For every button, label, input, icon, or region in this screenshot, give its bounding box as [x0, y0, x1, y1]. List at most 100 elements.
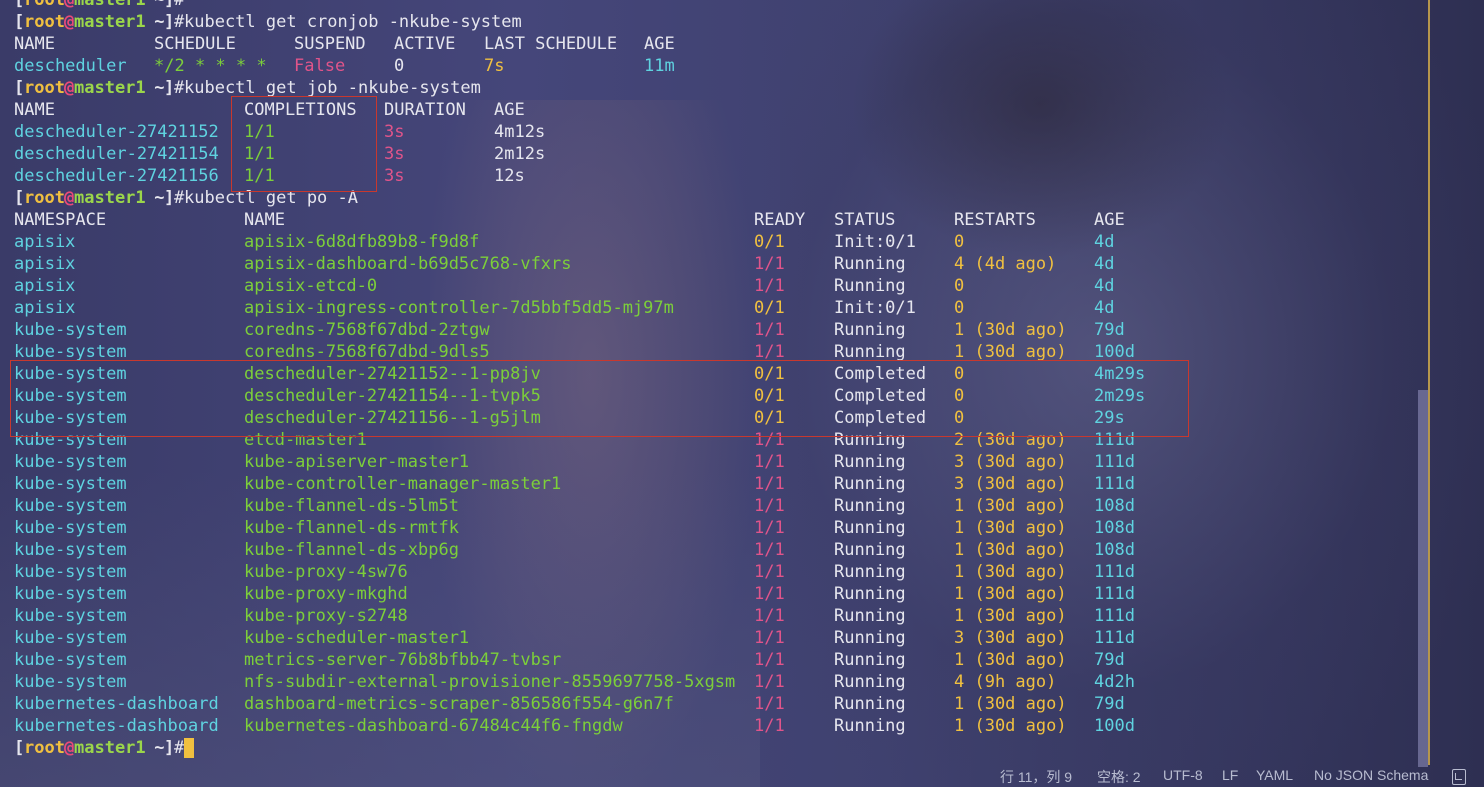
pod-namespace: kube-system [14, 584, 127, 604]
pod-restarts: 1 (30d ago) [954, 540, 1067, 560]
pod-name: nfs-subdir-external-provisioner-85596977… [244, 672, 736, 692]
prompt-dir: ~ [144, 12, 165, 32]
pod-name: kube-apiserver-master1 [244, 452, 470, 472]
job-name: descheduler-27421154 [14, 144, 219, 164]
pod-status: Running [834, 672, 906, 692]
prompt-bracket: ] [164, 0, 175, 10]
pod-ready: 1/1 [754, 496, 785, 516]
pod-restarts: 1 (30d ago) [954, 562, 1067, 582]
pod-age: 4d [1094, 254, 1115, 274]
scrollbar-thumb[interactable] [1418, 390, 1428, 767]
pod-namespace: apisix [14, 254, 76, 274]
pod-restarts: 1 (30d ago) [954, 694, 1067, 714]
pod-age: 4d [1094, 276, 1115, 296]
pod-restarts: 1 (30d ago) [954, 584, 1067, 604]
job-age: 2m12s [494, 144, 546, 164]
cronjob-name: descheduler [14, 56, 127, 76]
pod-status: Running [834, 518, 906, 538]
language-mode[interactable]: YAML [1256, 767, 1293, 783]
pod-namespace: kube-system [14, 540, 127, 560]
pod-ready: 1/1 [754, 628, 785, 648]
pod-restarts: 4 (4d ago) [954, 254, 1057, 274]
pod-status: Running [834, 540, 906, 560]
pod-ready: 1/1 [754, 584, 785, 604]
pod-status: Running [834, 606, 906, 626]
pod-namespace: kube-system [14, 496, 127, 516]
pod-restarts: 4 (9h ago) [954, 672, 1057, 692]
pod-restarts: 3 (30d ago) [954, 452, 1067, 472]
pod-restarts: 0 [954, 298, 965, 318]
cronjob-last-schedule: 7s [484, 56, 505, 76]
pod-status: Running [834, 496, 906, 516]
prompt-bracket: ] [164, 78, 175, 98]
pod-name: metrics-server-76b8bfbb47-tvbsr [244, 650, 562, 670]
pod-ready: 1/1 [754, 276, 785, 296]
pod-age: 111d [1094, 606, 1135, 626]
pod-name: kube-flannel-ds-5lm5t [244, 496, 459, 516]
column-header: ACTIVE [394, 34, 456, 54]
prompt-bracket: ] [164, 188, 175, 208]
pod-name: kube-proxy-s2748 [244, 606, 408, 626]
column-header: NAME [14, 100, 55, 120]
job-age: 4m12s [494, 122, 546, 142]
column-header: SUSPEND [294, 34, 366, 54]
pod-status: Running [834, 628, 906, 648]
prompt-host: master1 [74, 12, 146, 32]
pod-restarts: 1 (30d ago) [954, 320, 1067, 340]
pod-name: kube-flannel-ds-xbp6g [244, 540, 459, 560]
prompt-bracket: [ [14, 78, 25, 98]
pod-age: 79d [1094, 650, 1125, 670]
pod-namespace: kube-system [14, 562, 127, 582]
indentation-setting[interactable]: 空格: 2 [1097, 767, 1141, 787]
completions-highlight-box [231, 96, 377, 192]
scrollbar-rail [1428, 0, 1430, 765]
pod-age: 4d2h [1094, 672, 1135, 692]
cronjob-age: 11m [644, 56, 675, 76]
pod-ready: 1/1 [754, 540, 785, 560]
prompt-bracket: [ [14, 0, 25, 10]
pod-status: Running [834, 650, 906, 670]
pod-status: Running [834, 452, 906, 472]
column-header: AGE [644, 34, 675, 54]
pod-ready: 1/1 [754, 650, 785, 670]
pod-restarts: 3 (30d ago) [954, 474, 1067, 494]
pod-ready: 1/1 [754, 716, 785, 736]
json-schema-status[interactable]: No JSON Schema [1314, 767, 1428, 783]
pod-restarts: 3 (30d ago) [954, 628, 1067, 648]
prompt-user: root [24, 188, 65, 208]
pod-age: 79d [1094, 694, 1125, 714]
pod-restarts: 0 [954, 276, 965, 296]
eol-setting[interactable]: LF [1222, 767, 1238, 783]
pod-namespace: apisix [14, 298, 76, 318]
prompt-bracket: [ [14, 188, 25, 208]
pod-ready: 1/1 [754, 254, 785, 274]
pod-name: kube-controller-manager-master1 [244, 474, 562, 494]
pod-restarts: 1 (30d ago) [954, 518, 1067, 538]
pod-status: Running [834, 716, 906, 736]
cronjob-active: 0 [394, 56, 405, 76]
pod-status: Running [834, 320, 906, 340]
prompt-dir: ~ [144, 78, 165, 98]
pod-age: 111d [1094, 628, 1135, 648]
prompt-bracket: ] [164, 738, 175, 758]
prompt-at: @ [64, 188, 75, 208]
pod-ready: 1/1 [754, 452, 785, 472]
job-age: 12s [494, 166, 525, 186]
pod-restarts: 1 (30d ago) [954, 606, 1067, 626]
prompt-user: root [24, 738, 65, 758]
prompt-hash: # [174, 78, 185, 98]
pod-name: coredns-7568f67dbd-2ztgw [244, 320, 490, 340]
pod-namespace: apisix [14, 276, 76, 296]
bell-icon[interactable] [1452, 769, 1466, 785]
pod-ready: 1/1 [754, 672, 785, 692]
encoding-setting[interactable]: UTF-8 [1163, 767, 1203, 783]
cursor-position[interactable]: 行 11，列 9 [1000, 767, 1072, 787]
status-bar: 行 11，列 9 空格: 2 UTF-8 LF YAML No JSON Sch… [0, 765, 1484, 787]
pod-status: Running [834, 474, 906, 494]
prompt-dir: ~ [144, 188, 165, 208]
pod-age: 79d [1094, 320, 1125, 340]
prompt-hash: # [174, 12, 185, 32]
pod-namespace: apisix [14, 232, 76, 252]
pod-age: 108d [1094, 518, 1135, 538]
column-header: AGE [1094, 210, 1125, 230]
